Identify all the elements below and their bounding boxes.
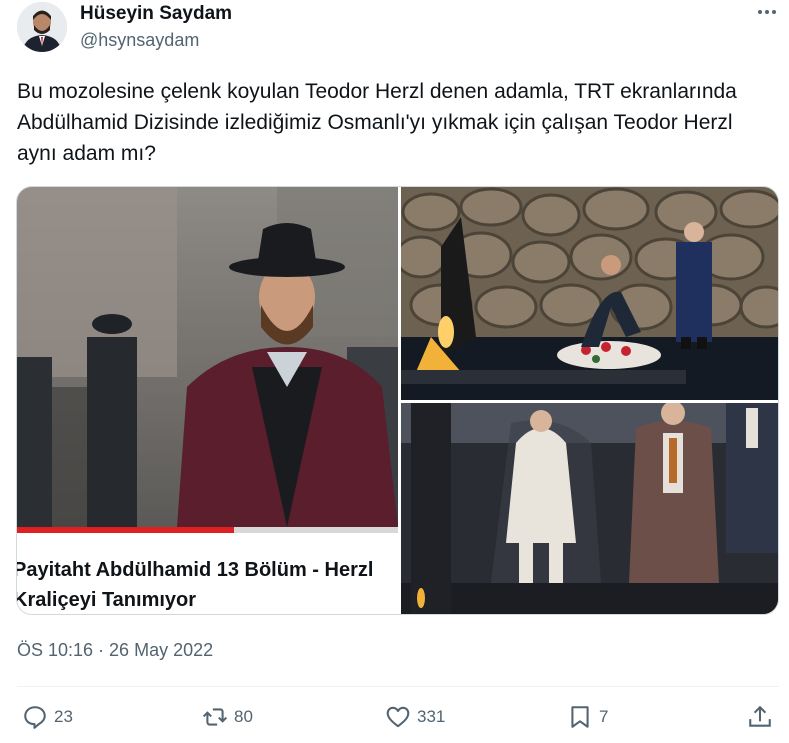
like-icon [386,706,410,728]
author-display-name[interactable]: Hüseyin Saydam [80,3,232,25]
divider [17,686,779,687]
video-progress-fill [17,527,235,533]
video-card[interactable]: Payitaht Abdülhamid 13 Bölüm - Herzl Kra… [16,187,401,614]
retweet-count: 80 [234,707,253,726]
video-thumbnail[interactable] [17,187,398,527]
share-icon [749,705,771,727]
bookmark-icon [571,706,589,728]
video-card-title[interactable]: Payitaht Abdülhamid 13 Bölüm - Herzl Kra… [16,555,401,614]
bookmark-button[interactable]: 7 [567,704,608,730]
share-button[interactable] [747,704,779,730]
avatar-photo [17,2,67,52]
author-avatar[interactable] [17,2,67,52]
reply-count: 23 [54,707,73,726]
bookmark-count: 7 [599,707,609,726]
author-handle[interactable]: @hsynsaydam [80,30,199,51]
like-count: 331 [417,707,446,726]
media-grid: Payitaht Abdülhamid 13 Bölüm - Herzl Kra… [16,186,779,615]
ceremony-photo-1 [394,187,778,400]
more-icon[interactable] [756,2,778,28]
tweet-timestamp[interactable]: ÖS 10:16 · 26 May 2022 [17,640,213,661]
like-button[interactable]: 331 [385,704,445,730]
video-progress-bar[interactable] [17,527,398,533]
action-bar: 23 80 331 7 [0,700,789,738]
video-card-title-line1: Payitaht Abdülhamid 13 Bölüm - Herzl [16,559,374,581]
reply-button[interactable]: 23 [22,704,73,730]
ceremony-photo-2 [401,401,778,614]
media-image-bottom-right[interactable] [401,401,778,614]
retweet-icon [202,708,228,726]
more-dots [758,10,776,14]
video-card-title-line2: Kraliçeyi Tanımıyor [16,589,197,611]
retweet-button[interactable]: 80 [202,704,253,730]
reply-icon [24,706,46,729]
media-image-top-right[interactable] [394,187,778,400]
tweet-text: Bu mozolesine çelenk koyulan Teodor Herz… [17,80,737,165]
